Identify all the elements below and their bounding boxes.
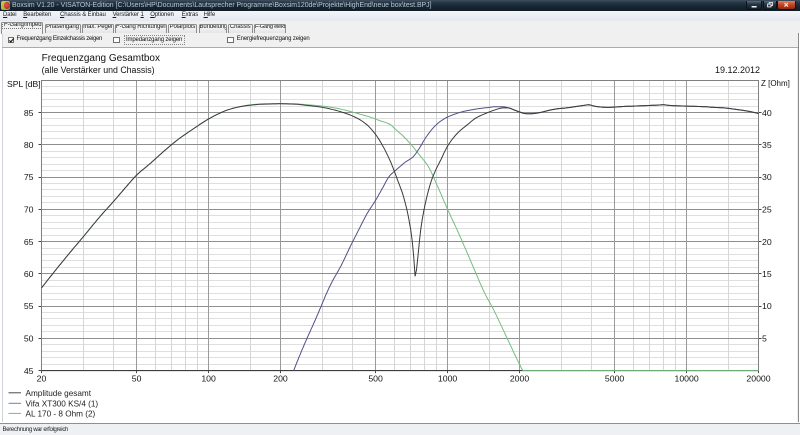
svg-text:5: 5: [762, 334, 767, 344]
svg-text:10000: 10000: [675, 374, 699, 384]
svg-text:50: 50: [132, 374, 142, 384]
svg-text:20000: 20000: [746, 374, 770, 384]
svg-text:25: 25: [762, 205, 772, 215]
svg-text:20: 20: [37, 374, 47, 384]
svg-text:5000: 5000: [605, 374, 624, 384]
svg-text:50: 50: [24, 334, 34, 344]
svg-text:35: 35: [762, 140, 772, 150]
svg-text:AL 170 - 8 Ohm (2): AL 170 - 8 Ohm (2): [26, 409, 96, 418]
svg-text:65: 65: [24, 237, 34, 247]
svg-text:80: 80: [24, 140, 34, 150]
svg-text:85: 85: [24, 108, 34, 118]
svg-text:100: 100: [201, 374, 216, 384]
svg-text:30: 30: [762, 172, 772, 182]
svg-text:20: 20: [762, 237, 772, 247]
svg-text:Amplitude gesamt: Amplitude gesamt: [26, 389, 92, 398]
svg-text:75: 75: [24, 172, 34, 182]
svg-text:45: 45: [24, 366, 34, 376]
svg-text:15: 15: [762, 269, 772, 279]
svg-text:40: 40: [762, 108, 772, 118]
svg-text:2000: 2000: [510, 374, 529, 384]
svg-text:Vifa XT300 KS/4 (1): Vifa XT300 KS/4 (1): [26, 399, 99, 408]
svg-text:10: 10: [762, 301, 772, 311]
svg-text:500: 500: [368, 374, 383, 384]
svg-text:1000: 1000: [438, 374, 457, 384]
svg-text:55: 55: [24, 301, 34, 311]
svg-text:70: 70: [24, 205, 34, 215]
svg-text:60: 60: [24, 269, 34, 279]
svg-text:200: 200: [273, 374, 288, 384]
